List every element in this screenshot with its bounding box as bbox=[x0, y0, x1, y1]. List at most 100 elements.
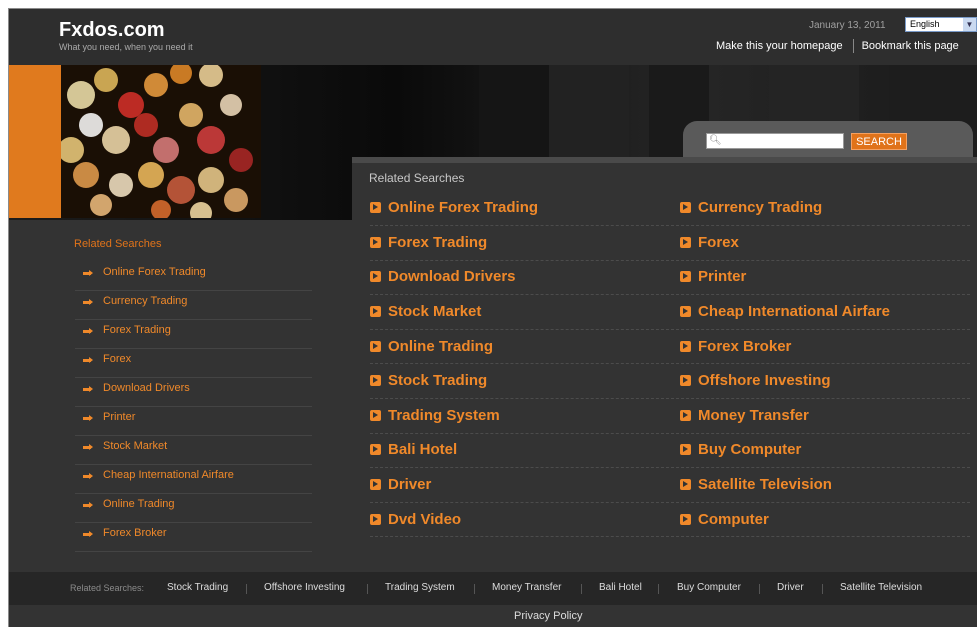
privacy-policy-link[interactable]: Privacy Policy bbox=[514, 610, 582, 622]
row-divider bbox=[370, 363, 970, 364]
arrow-icon bbox=[83, 502, 93, 508]
sidebar-item[interactable]: Forex bbox=[75, 349, 312, 378]
row-divider bbox=[370, 433, 970, 434]
main-link[interactable]: Money Transfer bbox=[680, 407, 809, 424]
arrow-box-icon bbox=[370, 271, 381, 282]
current-date: January 13, 2011 bbox=[809, 20, 886, 31]
main-link[interactable]: Bali Hotel bbox=[370, 441, 457, 458]
main-link[interactable]: Dvd Video bbox=[370, 511, 461, 528]
main-link[interactable]: Printer bbox=[680, 268, 746, 285]
divider bbox=[822, 584, 823, 594]
sidebar-item[interactable]: Forex Broker bbox=[75, 523, 312, 552]
main-link[interactable]: Forex Broker bbox=[680, 338, 791, 355]
divider bbox=[367, 584, 368, 594]
row-divider bbox=[370, 502, 970, 503]
main-link[interactable]: Forex bbox=[680, 234, 739, 251]
main-link[interactable]: Satellite Television bbox=[680, 476, 832, 493]
main-link[interactable]: Offshore Investing bbox=[680, 372, 831, 389]
arrow-icon bbox=[83, 444, 93, 450]
arrow-box-icon bbox=[370, 479, 381, 490]
arrow-box-icon bbox=[680, 410, 691, 421]
sidebar-item[interactable]: Forex Trading bbox=[75, 320, 312, 349]
sidebar-item[interactable]: Cheap International Airfare bbox=[75, 465, 312, 494]
row-divider bbox=[370, 329, 970, 330]
main-link[interactable]: Cheap International Airfare bbox=[680, 303, 890, 320]
arrow-box-icon bbox=[680, 514, 691, 525]
main-link[interactable]: Trading System bbox=[370, 407, 500, 424]
arrow-box-icon bbox=[370, 341, 381, 352]
arrow-box-icon bbox=[680, 306, 691, 317]
arrow-box-icon bbox=[370, 202, 381, 213]
footer-link[interactable]: Bali Hotel bbox=[599, 582, 642, 593]
sidebar-item[interactable]: Online Trading bbox=[75, 494, 312, 523]
footer-link[interactable]: Stock Trading bbox=[167, 582, 228, 593]
main-link[interactable]: Stock Market bbox=[370, 303, 481, 320]
divider bbox=[474, 584, 475, 594]
arrow-box-icon bbox=[370, 237, 381, 248]
main-link[interactable]: Buy Computer bbox=[680, 441, 801, 458]
divider bbox=[852, 39, 854, 53]
footer-label: Related Searches: bbox=[70, 583, 145, 593]
main-link[interactable]: Stock Trading bbox=[370, 372, 487, 389]
main-link[interactable]: Forex Trading bbox=[370, 234, 487, 251]
arrow-icon bbox=[83, 299, 93, 305]
divider bbox=[658, 584, 659, 594]
main-link[interactable]: Download Drivers bbox=[370, 268, 516, 285]
language-value: English bbox=[910, 19, 940, 29]
site-tagline: What you need, when you need it bbox=[59, 42, 193, 52]
arrow-box-icon bbox=[680, 271, 691, 282]
header-links: Make this your homepage Bookmark this pag… bbox=[716, 39, 959, 53]
search-input[interactable]: 🔍︎ bbox=[706, 133, 844, 149]
arrow-box-icon bbox=[680, 341, 691, 352]
row-divider bbox=[370, 225, 970, 226]
footer-link[interactable]: Driver bbox=[777, 582, 804, 593]
divider bbox=[759, 584, 760, 594]
arrow-box-icon bbox=[680, 202, 691, 213]
main-link[interactable]: Computer bbox=[680, 511, 769, 528]
arrow-box-icon bbox=[680, 444, 691, 455]
bokeh-lights-image bbox=[61, 65, 261, 218]
main-section-title: Related Searches bbox=[369, 171, 465, 185]
sidebar-item[interactable]: Online Forex Trading bbox=[75, 262, 312, 291]
search-button[interactable]: SEARCH bbox=[851, 133, 907, 150]
arrow-icon bbox=[83, 531, 93, 537]
arrow-icon bbox=[83, 386, 93, 392]
sidebar-item[interactable]: Printer bbox=[75, 407, 312, 436]
arrow-box-icon bbox=[370, 306, 381, 317]
main-link[interactable]: Online Trading bbox=[370, 338, 493, 355]
orange-accent-bar bbox=[9, 65, 61, 218]
main-link[interactable]: Driver bbox=[370, 476, 431, 493]
footer-link[interactable]: Trading System bbox=[385, 582, 455, 593]
bookmark-link[interactable]: Bookmark this page bbox=[862, 40, 959, 52]
footer-link[interactable]: Money Transfer bbox=[492, 582, 561, 593]
arrow-box-icon bbox=[680, 237, 691, 248]
magnifier-icon: 🔍︎ bbox=[709, 135, 722, 146]
site-logo[interactable]: Fxdos.com bbox=[59, 19, 165, 42]
site-header: Fxdos.com What you need, when you need i… bbox=[9, 9, 977, 65]
footer-link[interactable]: Buy Computer bbox=[677, 582, 741, 593]
arrow-box-icon bbox=[370, 410, 381, 421]
divider bbox=[581, 584, 582, 594]
language-select[interactable]: English ▼ bbox=[905, 17, 977, 32]
footer-bottom bbox=[9, 605, 977, 627]
arrow-icon bbox=[83, 473, 93, 479]
divider bbox=[246, 584, 247, 594]
make-homepage-link[interactable]: Make this your homepage bbox=[716, 40, 843, 52]
row-divider bbox=[370, 294, 970, 295]
browser-viewport: Fxdos.com What you need, when you need i… bbox=[8, 8, 977, 627]
chevron-down-icon[interactable]: ▼ bbox=[963, 18, 976, 31]
main-link[interactable]: Currency Trading bbox=[680, 199, 822, 216]
sidebar-item[interactable]: Currency Trading bbox=[75, 291, 312, 320]
footer-link[interactable]: Satellite Television bbox=[840, 582, 922, 593]
arrow-icon bbox=[83, 270, 93, 276]
sidebar-item[interactable]: Download Drivers bbox=[75, 378, 312, 407]
footer-link[interactable]: Offshore Investing bbox=[264, 582, 345, 593]
arrow-box-icon bbox=[680, 375, 691, 386]
sidebar-item[interactable]: Stock Market bbox=[75, 436, 312, 465]
main-link[interactable]: Online Forex Trading bbox=[370, 199, 538, 216]
arrow-box-icon bbox=[680, 479, 691, 490]
arrow-box-icon bbox=[370, 375, 381, 386]
row-divider bbox=[370, 398, 970, 399]
arrow-icon bbox=[83, 357, 93, 363]
row-divider bbox=[370, 260, 970, 261]
